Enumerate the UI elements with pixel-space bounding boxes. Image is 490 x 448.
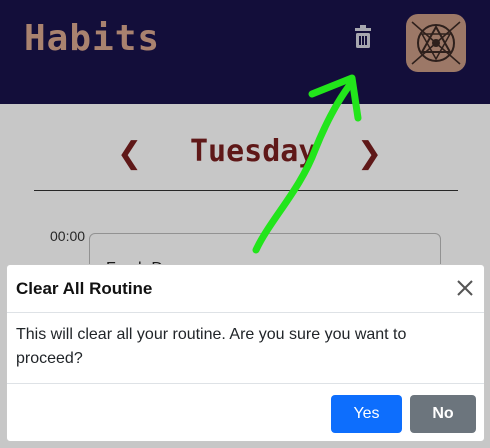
modal-header: Clear All Routine: [7, 265, 484, 313]
close-icon[interactable]: [456, 279, 474, 297]
no-button[interactable]: No: [410, 395, 476, 433]
modal-body: This will clear all your routine. Are yo…: [16, 326, 407, 367]
modal-title: Clear All Routine: [16, 279, 153, 298]
modal-footer: Yes No: [7, 383, 484, 443]
confirm-modal: Clear All Routine This will clear all yo…: [6, 264, 485, 442]
yes-button[interactable]: Yes: [331, 395, 402, 433]
